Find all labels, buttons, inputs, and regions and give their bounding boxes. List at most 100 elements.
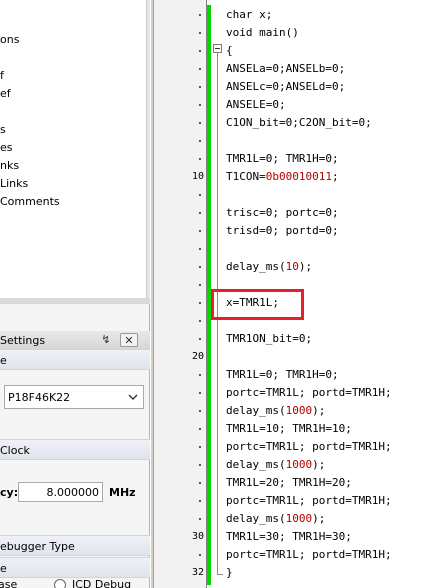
section-debugger-type[interactable]: ebugger Type <box>0 535 150 556</box>
code-text: ); <box>312 458 326 471</box>
code-text: T1CON= <box>226 170 266 183</box>
frequency-label: cy: <box>0 486 19 499</box>
gutter-dot <box>199 554 201 556</box>
gutter-dot <box>199 338 201 340</box>
section-clock[interactable]: Clock <box>0 439 150 460</box>
code-line[interactable]: T1CON=0b00010011; <box>226 168 339 186</box>
chevron-down-icon <box>128 394 138 400</box>
code-line[interactable]: } <box>226 564 233 582</box>
gutter-dot <box>199 284 201 286</box>
tree-item[interactable]: f <box>0 68 4 84</box>
code-line[interactable]: delay_ms(10); <box>226 258 312 276</box>
gutter-dot <box>199 158 201 160</box>
code-text: ; <box>331 170 339 183</box>
code-number-literal: 1000 <box>285 458 313 471</box>
code-line[interactable]: portc=TMR1L; portd=TMR1H; <box>226 492 392 510</box>
gutter-dot <box>199 32 201 34</box>
code-line[interactable]: void main() <box>226 24 299 42</box>
gutter-dot <box>199 482 201 484</box>
code-number-literal: 0b00010011 <box>265 170 332 183</box>
line-number-20: 20 <box>191 351 204 362</box>
gutter-dot <box>199 410 201 412</box>
code-text: delay_ms( <box>226 404 286 417</box>
code-line[interactable]: C1ON_bit=0;C2ON_bit=0; <box>226 114 372 132</box>
close-icon[interactable]: ✕ <box>120 333 138 347</box>
gutter-dot <box>199 320 201 322</box>
gutter-dot <box>199 500 201 502</box>
gutter-dot <box>199 140 201 142</box>
code-line[interactable]: ANSELc=0;ANSELd=0; <box>226 78 345 96</box>
gutter-dot <box>199 392 201 394</box>
fold-guide-end <box>217 574 223 575</box>
device-select[interactable]: P18F46K22 <box>4 385 144 409</box>
gutter-dot <box>199 212 201 214</box>
code-line[interactable]: TMR1L=10; TMR1H=10; <box>226 420 352 438</box>
code-text: delay_ms( <box>226 512 286 525</box>
code-line[interactable]: TMR1ON_bit=0; <box>226 330 312 348</box>
code-line[interactable]: TMR1L=0; TMR1H=0; <box>226 366 339 384</box>
section-extra[interactable]: e <box>0 557 150 578</box>
pin-icon[interactable]: ↯ <box>99 333 113 347</box>
fold-collapse-icon[interactable] <box>213 44 222 53</box>
section-debugger-label: ebugger Type <box>0 540 75 553</box>
gutter-dot <box>199 194 201 196</box>
code-text: ); <box>312 404 326 417</box>
tree-item[interactable]: Links <box>0 176 28 192</box>
code-line[interactable]: ANSELE=0; <box>226 96 286 114</box>
code-text: ); <box>298 260 313 273</box>
frequency-unit: MHz <box>109 486 136 499</box>
settings-title: Settings <box>0 334 46 347</box>
code-line[interactable]: portc=TMR1L; portd=TMR1H; <box>226 384 392 402</box>
tree-item[interactable]: ef <box>0 86 11 102</box>
section-extra-label: e <box>0 562 7 575</box>
code-line[interactable]: ANSELa=0;ANSELb=0; <box>226 60 345 78</box>
gutter-dot <box>199 302 201 304</box>
left-panel: ons f ef s es nks Links Comments Setting… <box>0 0 150 588</box>
gutter-dot <box>199 428 201 430</box>
frequency-input[interactable] <box>18 482 103 502</box>
icd-debug-radio[interactable] <box>54 579 66 588</box>
gutter-dot <box>199 230 201 232</box>
tree-item[interactable]: Comments <box>0 194 60 210</box>
code-text: delay_ms( <box>226 260 286 273</box>
code-line[interactable]: delay_ms(1000); <box>226 402 325 420</box>
code-number-literal: 10 <box>285 260 299 273</box>
gutter-dot <box>199 266 201 268</box>
code-line[interactable]: trisc=0; portc=0; <box>226 204 339 222</box>
tree-item[interactable]: ons <box>0 32 19 48</box>
code-line[interactable]: TMR1L=20; TMR1H=20; <box>226 474 352 492</box>
code-text: ); <box>312 512 326 525</box>
code-line[interactable]: TMR1L=0; TMR1H=0; <box>226 150 339 168</box>
code-line[interactable]: portc=TMR1L; portd=TMR1H; <box>226 438 392 456</box>
section-device[interactable]: e <box>0 349 150 370</box>
gutter-dot <box>199 374 201 376</box>
gutter-dot <box>199 518 201 520</box>
code-line[interactable]: portc=TMR1L; portd=TMR1H; <box>226 546 392 564</box>
gutter-dot <box>199 14 201 16</box>
tree-item[interactable]: es <box>0 140 13 156</box>
code-line[interactable]: { <box>226 42 233 60</box>
gutter-dot <box>199 68 201 70</box>
project-tree: ons f ef s es nks Links Comments <box>0 0 147 298</box>
tree-item[interactable]: s <box>0 122 6 138</box>
code-line[interactable]: delay_ms(1000); <box>226 510 325 528</box>
settings-header: Settings ↯ ✕ <box>0 331 150 351</box>
device-value: P18F46K22 <box>8 391 71 404</box>
gutter-dot <box>199 122 201 124</box>
gutter-dot <box>199 86 201 88</box>
code-line[interactable]: TMR1L=30; TMR1H=30; <box>226 528 352 546</box>
line-number-30: 30 <box>191 531 204 542</box>
annotation-highlight-box <box>211 289 304 320</box>
gutter-dot <box>199 50 201 52</box>
code-number-literal: 1000 <box>285 512 313 525</box>
tree-item[interactable]: nks <box>0 158 19 174</box>
code-text: delay_ms( <box>226 458 286 471</box>
code-line[interactable]: trisd=0; portd=0; <box>226 222 339 240</box>
section-device-label: e <box>0 354 7 367</box>
gutter-dot <box>199 104 201 106</box>
debugger-radio-row: ase ICD Debug <box>0 578 150 588</box>
code-line[interactable]: char x; <box>226 6 272 24</box>
gutter-dot <box>199 446 201 448</box>
line-number-10: 10 <box>191 171 204 182</box>
code-line[interactable]: delay_ms(1000); <box>226 456 325 474</box>
